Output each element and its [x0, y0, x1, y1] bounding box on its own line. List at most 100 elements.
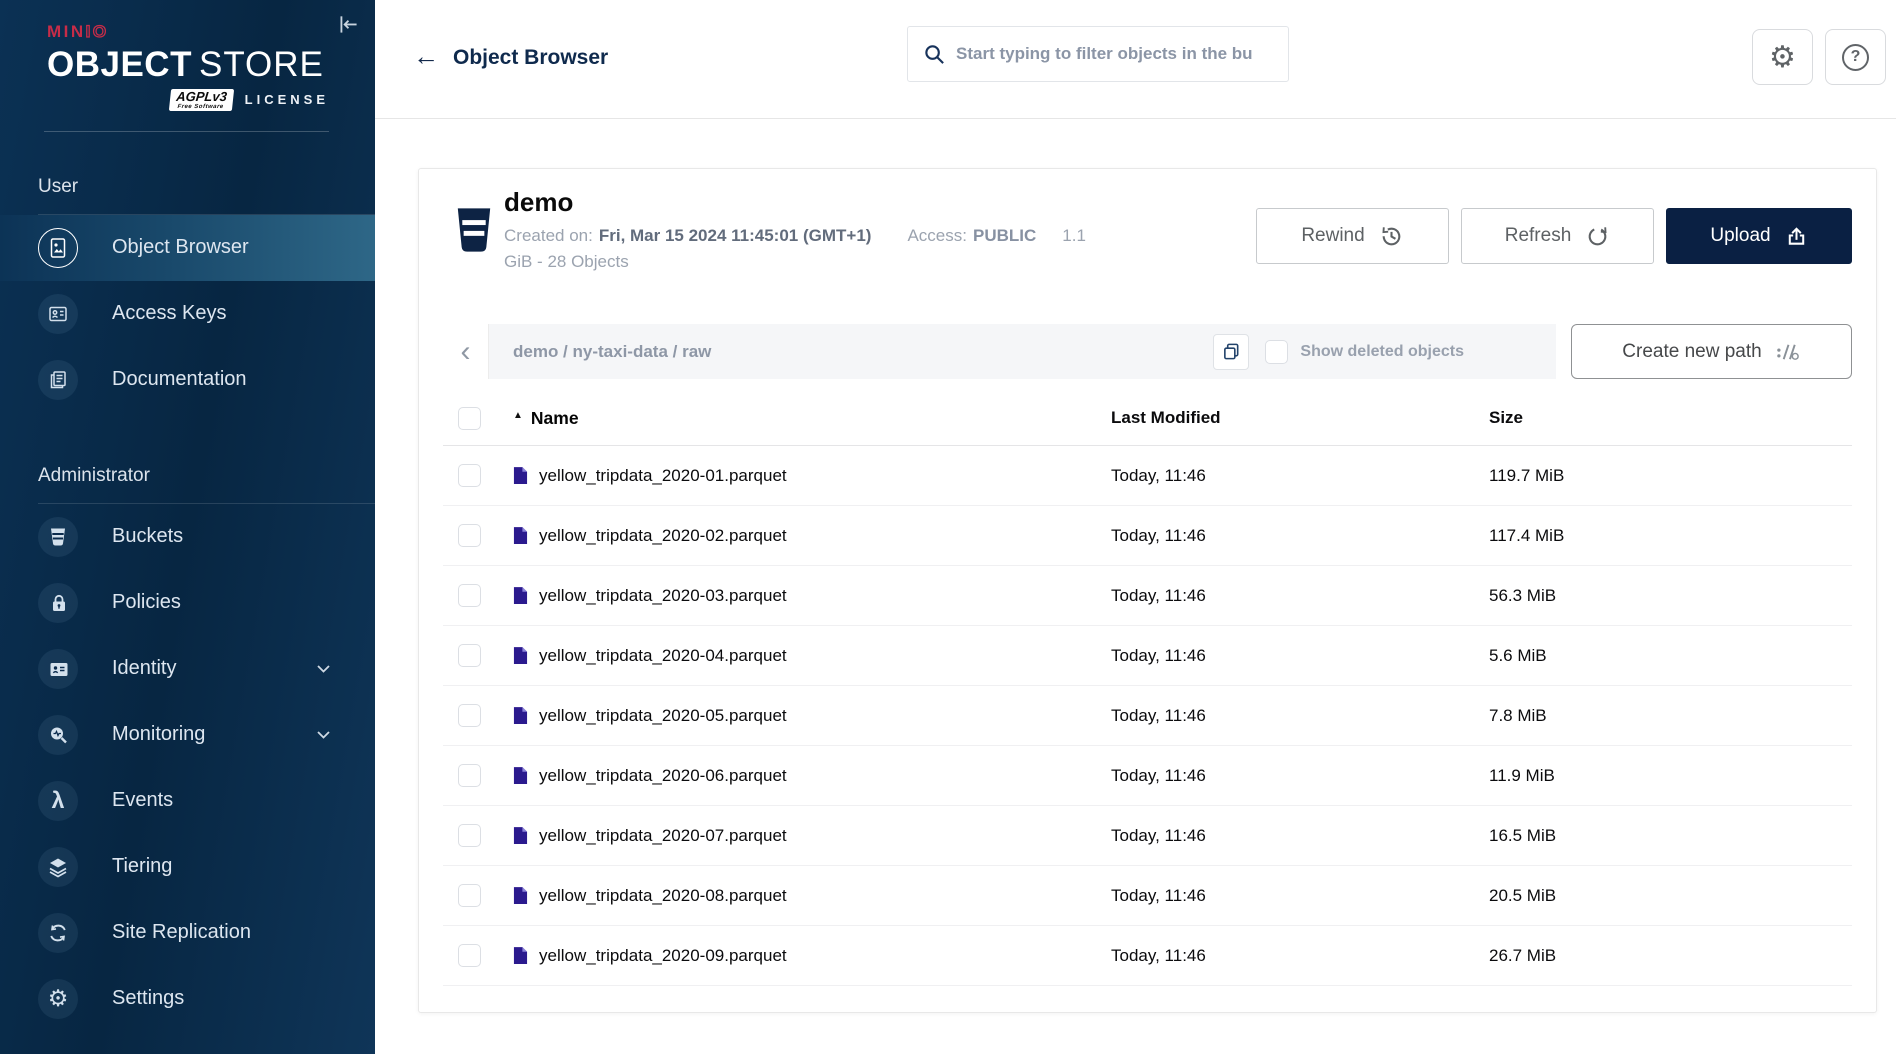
object-size: 56.3 MiB [1489, 586, 1852, 606]
sidebar: MINIO OBJECTSTORE AGPLv3Free Software LI… [0, 0, 375, 1054]
back-arrow-icon[interactable]: ← [413, 41, 439, 72]
minio-logo: MINIO OBJECTSTORE AGPLv3Free Software LI… [0, 0, 375, 111]
table-row[interactable]: yellow_tripdata_2020-03.parquet Today, 1… [443, 566, 1852, 626]
object-modified: Today, 11:46 [1111, 526, 1489, 546]
object-size: 117.4 MiB [1489, 526, 1852, 546]
created-value: Fri, Mar 15 2024 11:45:01 (GMT+1) [599, 226, 872, 245]
row-checkbox[interactable] [458, 644, 481, 667]
file-icon [513, 646, 528, 665]
access-label: Access: [907, 226, 967, 245]
rewind-button[interactable]: Rewind [1256, 208, 1449, 264]
rewind-icon [1379, 224, 1404, 249]
file-icon [513, 946, 528, 965]
row-checkbox[interactable] [458, 764, 481, 787]
table-row[interactable]: yellow_tripdata_2020-01.parquet Today, 1… [443, 446, 1852, 506]
sidebar-item-events[interactable]: λ Events [0, 768, 375, 834]
bucket-size-objects: GiB - 28 Objects [504, 249, 1124, 275]
object-modified: Today, 11:46 [1111, 706, 1489, 726]
sidebar-item-monitoring[interactable]: Monitoring [0, 702, 375, 768]
sidebar-item-buckets[interactable]: Buckets [0, 504, 375, 570]
object-name: yellow_tripdata_2020-07.parquet [539, 826, 787, 846]
copy-icon [1222, 342, 1241, 361]
file-icon [513, 706, 528, 725]
sidebar-item-label: Access Keys [112, 302, 226, 325]
show-deleted-checkbox[interactable] [1265, 340, 1288, 364]
row-checkbox[interactable] [458, 464, 481, 487]
row-checkbox[interactable] [458, 944, 481, 967]
bucket-size: 1.1 [1062, 226, 1086, 245]
create-path-label: Create new path [1622, 341, 1761, 363]
refresh-button[interactable]: Refresh [1461, 208, 1654, 264]
table-row[interactable]: yellow_tripdata_2020-07.parquet Today, 1… [443, 806, 1852, 866]
help-button[interactable]: ? [1825, 29, 1886, 85]
column-header-modified[interactable]: Last Modified [1111, 408, 1489, 428]
upload-button[interactable]: Upload [1666, 208, 1852, 264]
bucket-browser-card: demo Created on: Fri, Mar 15 2024 11:45:0… [418, 168, 1877, 1013]
sidebar-item-documentation[interactable]: Documentation [0, 347, 375, 413]
object-size: 7.8 MiB [1489, 706, 1852, 726]
sidebar-item-label: Buckets [112, 525, 183, 548]
identity-icon [38, 649, 78, 689]
sidebar-item-access-keys[interactable]: Access Keys [0, 281, 375, 347]
upload-label: Upload [1710, 225, 1770, 247]
object-modified: Today, 11:46 [1111, 826, 1489, 846]
sidebar-item-settings[interactable]: ⚙ Settings [0, 966, 375, 1032]
sidebar-item-label: Settings [112, 987, 184, 1010]
access-value[interactable]: PUBLIC [973, 226, 1036, 245]
table-row[interactable]: yellow_tripdata_2020-09.parquet Today, 1… [443, 926, 1852, 986]
settings-icon: ⚙ [38, 979, 78, 1019]
sidebar-item-tiering[interactable]: Tiering [0, 834, 375, 900]
top-header: ← Object Browser ⚙ ? [375, 0, 1896, 119]
bucket-header: demo Created on: Fri, Mar 15 2024 11:45:0… [443, 169, 1852, 275]
object-name: yellow_tripdata_2020-01.parquet [539, 466, 787, 486]
sidebar-item-policies[interactable]: Policies [0, 570, 375, 636]
object-modified: Today, 11:46 [1111, 466, 1489, 486]
sidebar-section-administrator: Administrator [38, 465, 375, 487]
object-name: yellow_tripdata_2020-03.parquet [539, 586, 787, 606]
select-all-checkbox[interactable] [458, 407, 481, 430]
chevron-left-icon[interactable]: ‹ [443, 324, 489, 379]
create-new-path-button[interactable]: Create new path [1571, 324, 1852, 379]
search-input[interactable] [907, 26, 1289, 82]
table-row[interactable]: yellow_tripdata_2020-05.parquet Today, 1… [443, 686, 1852, 746]
table-row[interactable]: yellow_tripdata_2020-06.parquet Today, 1… [443, 746, 1852, 806]
table-row[interactable]: yellow_tripdata_2020-08.parquet Today, 1… [443, 866, 1852, 926]
buckets-icon [38, 517, 78, 557]
chevron-down-icon[interactable] [316, 730, 331, 740]
sidebar-item-object-browser[interactable]: Object Browser [0, 215, 375, 281]
sidebar-item-site-replication[interactable]: Site Replication [0, 900, 375, 966]
object-size: 26.7 MiB [1489, 946, 1852, 966]
copy-path-button[interactable] [1213, 334, 1249, 370]
agpl-badge: AGPLv3Free Software [169, 89, 234, 111]
policies-icon [38, 583, 78, 623]
search-icon [923, 43, 946, 66]
sort-asc-icon: ▲ [513, 410, 523, 421]
sidebar-item-label: Events [112, 789, 173, 812]
object-size: 16.5 MiB [1489, 826, 1852, 846]
settings-gear-button[interactable]: ⚙ [1752, 29, 1813, 85]
row-checkbox[interactable] [458, 884, 481, 907]
row-checkbox[interactable] [458, 524, 481, 547]
table-row[interactable]: yellow_tripdata_2020-02.parquet Today, 1… [443, 506, 1852, 566]
table-header-row: ▲ Name Last Modified Size [443, 391, 1852, 446]
breadcrumb[interactable]: demo / ny-taxi-data / raw [513, 342, 711, 362]
created-label: Created on: [504, 226, 593, 245]
collapse-sidebar-icon[interactable] [336, 12, 362, 38]
row-checkbox[interactable] [458, 824, 481, 847]
sidebar-item-label: Monitoring [112, 723, 205, 746]
row-checkbox[interactable] [458, 704, 481, 727]
bucket-name: demo [504, 186, 1124, 218]
column-header-name[interactable]: ▲ Name [513, 408, 1111, 429]
object-modified: Today, 11:46 [1111, 586, 1489, 606]
sidebar-item-identity[interactable]: Identity [0, 636, 375, 702]
rewind-label: Rewind [1301, 225, 1364, 247]
column-header-size[interactable]: Size [1489, 408, 1852, 428]
object-modified: Today, 11:46 [1111, 766, 1489, 786]
object-size: 20.5 MiB [1489, 886, 1852, 906]
page-title: Object Browser [453, 46, 608, 70]
chevron-down-icon[interactable] [316, 664, 331, 674]
table-row[interactable]: yellow_tripdata_2020-04.parquet Today, 1… [443, 626, 1852, 686]
objects-table: ▲ Name Last Modified Size yellow_tripdat… [443, 391, 1852, 986]
row-checkbox[interactable] [458, 584, 481, 607]
help-icon: ? [1842, 44, 1869, 71]
